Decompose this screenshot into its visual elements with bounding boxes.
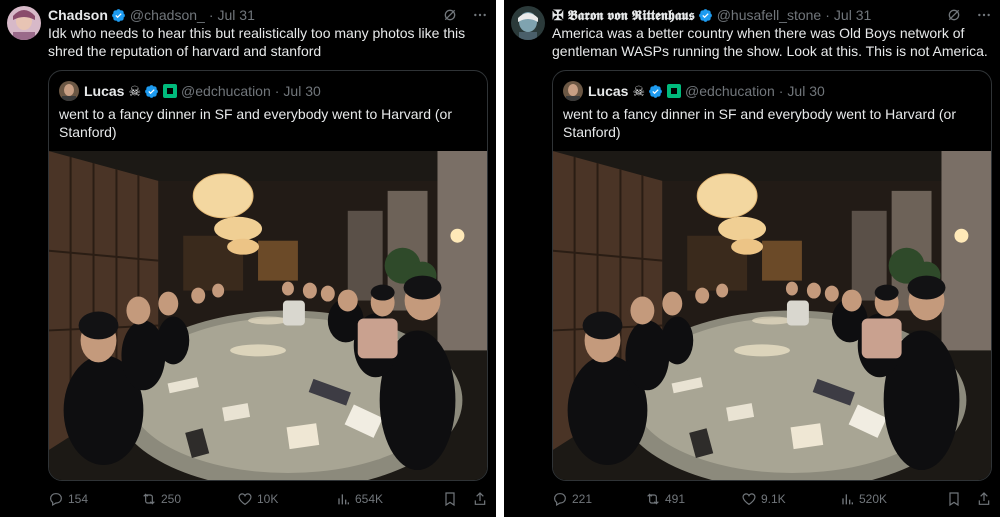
avatar[interactable] bbox=[7, 6, 41, 40]
like-button[interactable]: 9.1K bbox=[741, 491, 839, 507]
quoted-text: went to a fancy dinner in SF and everybo… bbox=[59, 106, 452, 140]
quoted-author-handle: @edchucation bbox=[181, 83, 271, 99]
views-count: 654K bbox=[355, 492, 384, 506]
quoted-author-name: Lucas bbox=[588, 83, 629, 99]
like-button[interactable]: 10K bbox=[237, 491, 335, 507]
quoted-post[interactable]: Lucas ☠ @edchucation · Jul 30 went to a … bbox=[48, 70, 488, 481]
reply-button[interactable]: 221 bbox=[552, 491, 645, 507]
quoted-post[interactable]: Lucas ☠ @edchucation · Jul 30 went to a … bbox=[552, 70, 992, 481]
quoted-avatar bbox=[59, 81, 79, 101]
affiliate-badge-icon bbox=[667, 84, 682, 98]
quoted-author-emoji: ☠ bbox=[632, 82, 646, 99]
reply-button[interactable]: 154 bbox=[48, 491, 141, 507]
action-bar: 221 491 9.1K 520K bbox=[552, 489, 992, 509]
separator-dot: · bbox=[274, 83, 280, 99]
verified-badge-icon bbox=[111, 8, 126, 23]
header-actions bbox=[946, 7, 992, 23]
like-count: 10K bbox=[257, 492, 279, 506]
more-icon[interactable] bbox=[472, 7, 488, 23]
share-icon[interactable] bbox=[976, 491, 992, 507]
quoted-header: Lucas ☠ @edchucation · Jul 30 bbox=[563, 81, 981, 101]
post-date[interactable]: Jul 31 bbox=[218, 7, 255, 23]
affiliate-badge-icon bbox=[163, 84, 178, 98]
repost-button[interactable]: 250 bbox=[141, 491, 237, 507]
post-card-right[interactable]: ✠ 𝕭𝖆𝖗𝖔𝖓 𝖛𝖔𝖓 𝕽𝖎𝖙𝖙𝖊𝖓𝖍𝖆𝖚𝖘 @husafell_stone ·… bbox=[504, 0, 1000, 517]
views-icon bbox=[335, 491, 351, 507]
quoted-date: Jul 30 bbox=[787, 83, 825, 99]
quoted-author-emoji: ☠ bbox=[128, 82, 142, 99]
quoted-avatar bbox=[563, 81, 583, 101]
repost-count: 491 bbox=[665, 492, 686, 506]
bookmark-icon[interactable] bbox=[946, 491, 962, 507]
author-name[interactable]: ✠ 𝕭𝖆𝖗𝖔𝖓 𝖛𝖔𝖓 𝕽𝖎𝖙𝖙𝖊𝖓𝖍𝖆𝖚𝖘 bbox=[552, 7, 695, 24]
quoted-author-handle: @edchucation bbox=[685, 83, 775, 99]
dinner-photo[interactable] bbox=[553, 151, 991, 480]
reply-count: 221 bbox=[572, 492, 593, 506]
quoted-author-name: Lucas bbox=[84, 83, 125, 99]
action-bar: 154 250 10K 654K bbox=[48, 489, 488, 509]
repost-count: 250 bbox=[161, 492, 182, 506]
end-actions bbox=[442, 491, 488, 507]
separator-dot: · bbox=[208, 7, 214, 23]
separator-dot: · bbox=[825, 7, 830, 23]
author-handle[interactable]: @husafell_stone bbox=[717, 7, 822, 23]
views-button[interactable]: 520K bbox=[839, 491, 939, 507]
views-button[interactable]: 654K bbox=[335, 491, 435, 507]
post-header: Chadson @chadson_ · Jul 31 bbox=[48, 6, 488, 24]
more-icon[interactable] bbox=[976, 7, 992, 23]
verified-badge-icon bbox=[144, 84, 159, 99]
divider bbox=[496, 0, 504, 517]
views-icon bbox=[839, 491, 855, 507]
bookmark-icon[interactable] bbox=[442, 491, 458, 507]
post-text: Idk who needs to hear this but realistic… bbox=[48, 25, 466, 59]
grok-icon[interactable] bbox=[946, 7, 962, 23]
dinner-photo[interactable] bbox=[49, 151, 487, 480]
reply-icon bbox=[48, 491, 64, 507]
like-icon bbox=[741, 491, 757, 507]
share-icon[interactable] bbox=[472, 491, 488, 507]
post-text: America was a better country when there … bbox=[552, 25, 988, 59]
author-name[interactable]: Chadson bbox=[48, 7, 108, 23]
quoted-date: Jul 30 bbox=[283, 83, 321, 99]
repost-icon bbox=[141, 491, 157, 507]
like-icon bbox=[237, 491, 253, 507]
repost-button[interactable]: 491 bbox=[645, 491, 741, 507]
avatar[interactable] bbox=[511, 6, 545, 40]
author-handle[interactable]: @chadson_ bbox=[130, 7, 205, 23]
header-actions bbox=[442, 7, 488, 23]
grok-icon[interactable] bbox=[442, 7, 458, 23]
repost-icon bbox=[645, 491, 661, 507]
like-count: 9.1K bbox=[761, 492, 786, 506]
post-date[interactable]: Jul 31 bbox=[834, 7, 871, 23]
separator-dot: · bbox=[778, 83, 784, 99]
verified-badge-icon bbox=[698, 8, 713, 23]
post-card-left[interactable]: Chadson @chadson_ · Jul 31 Idk who needs… bbox=[0, 0, 496, 517]
quoted-header: Lucas ☠ @edchucation · Jul 30 bbox=[59, 81, 477, 101]
post-header: ✠ 𝕭𝖆𝖗𝖔𝖓 𝖛𝖔𝖓 𝕽𝖎𝖙𝖙𝖊𝖓𝖍𝖆𝖚𝖘 @husafell_stone ·… bbox=[552, 6, 992, 24]
reply-count: 154 bbox=[68, 492, 89, 506]
end-actions bbox=[946, 491, 992, 507]
quoted-text: went to a fancy dinner in SF and everybo… bbox=[563, 106, 956, 140]
verified-badge-icon bbox=[648, 84, 663, 99]
reply-icon bbox=[552, 491, 568, 507]
views-count: 520K bbox=[859, 492, 888, 506]
